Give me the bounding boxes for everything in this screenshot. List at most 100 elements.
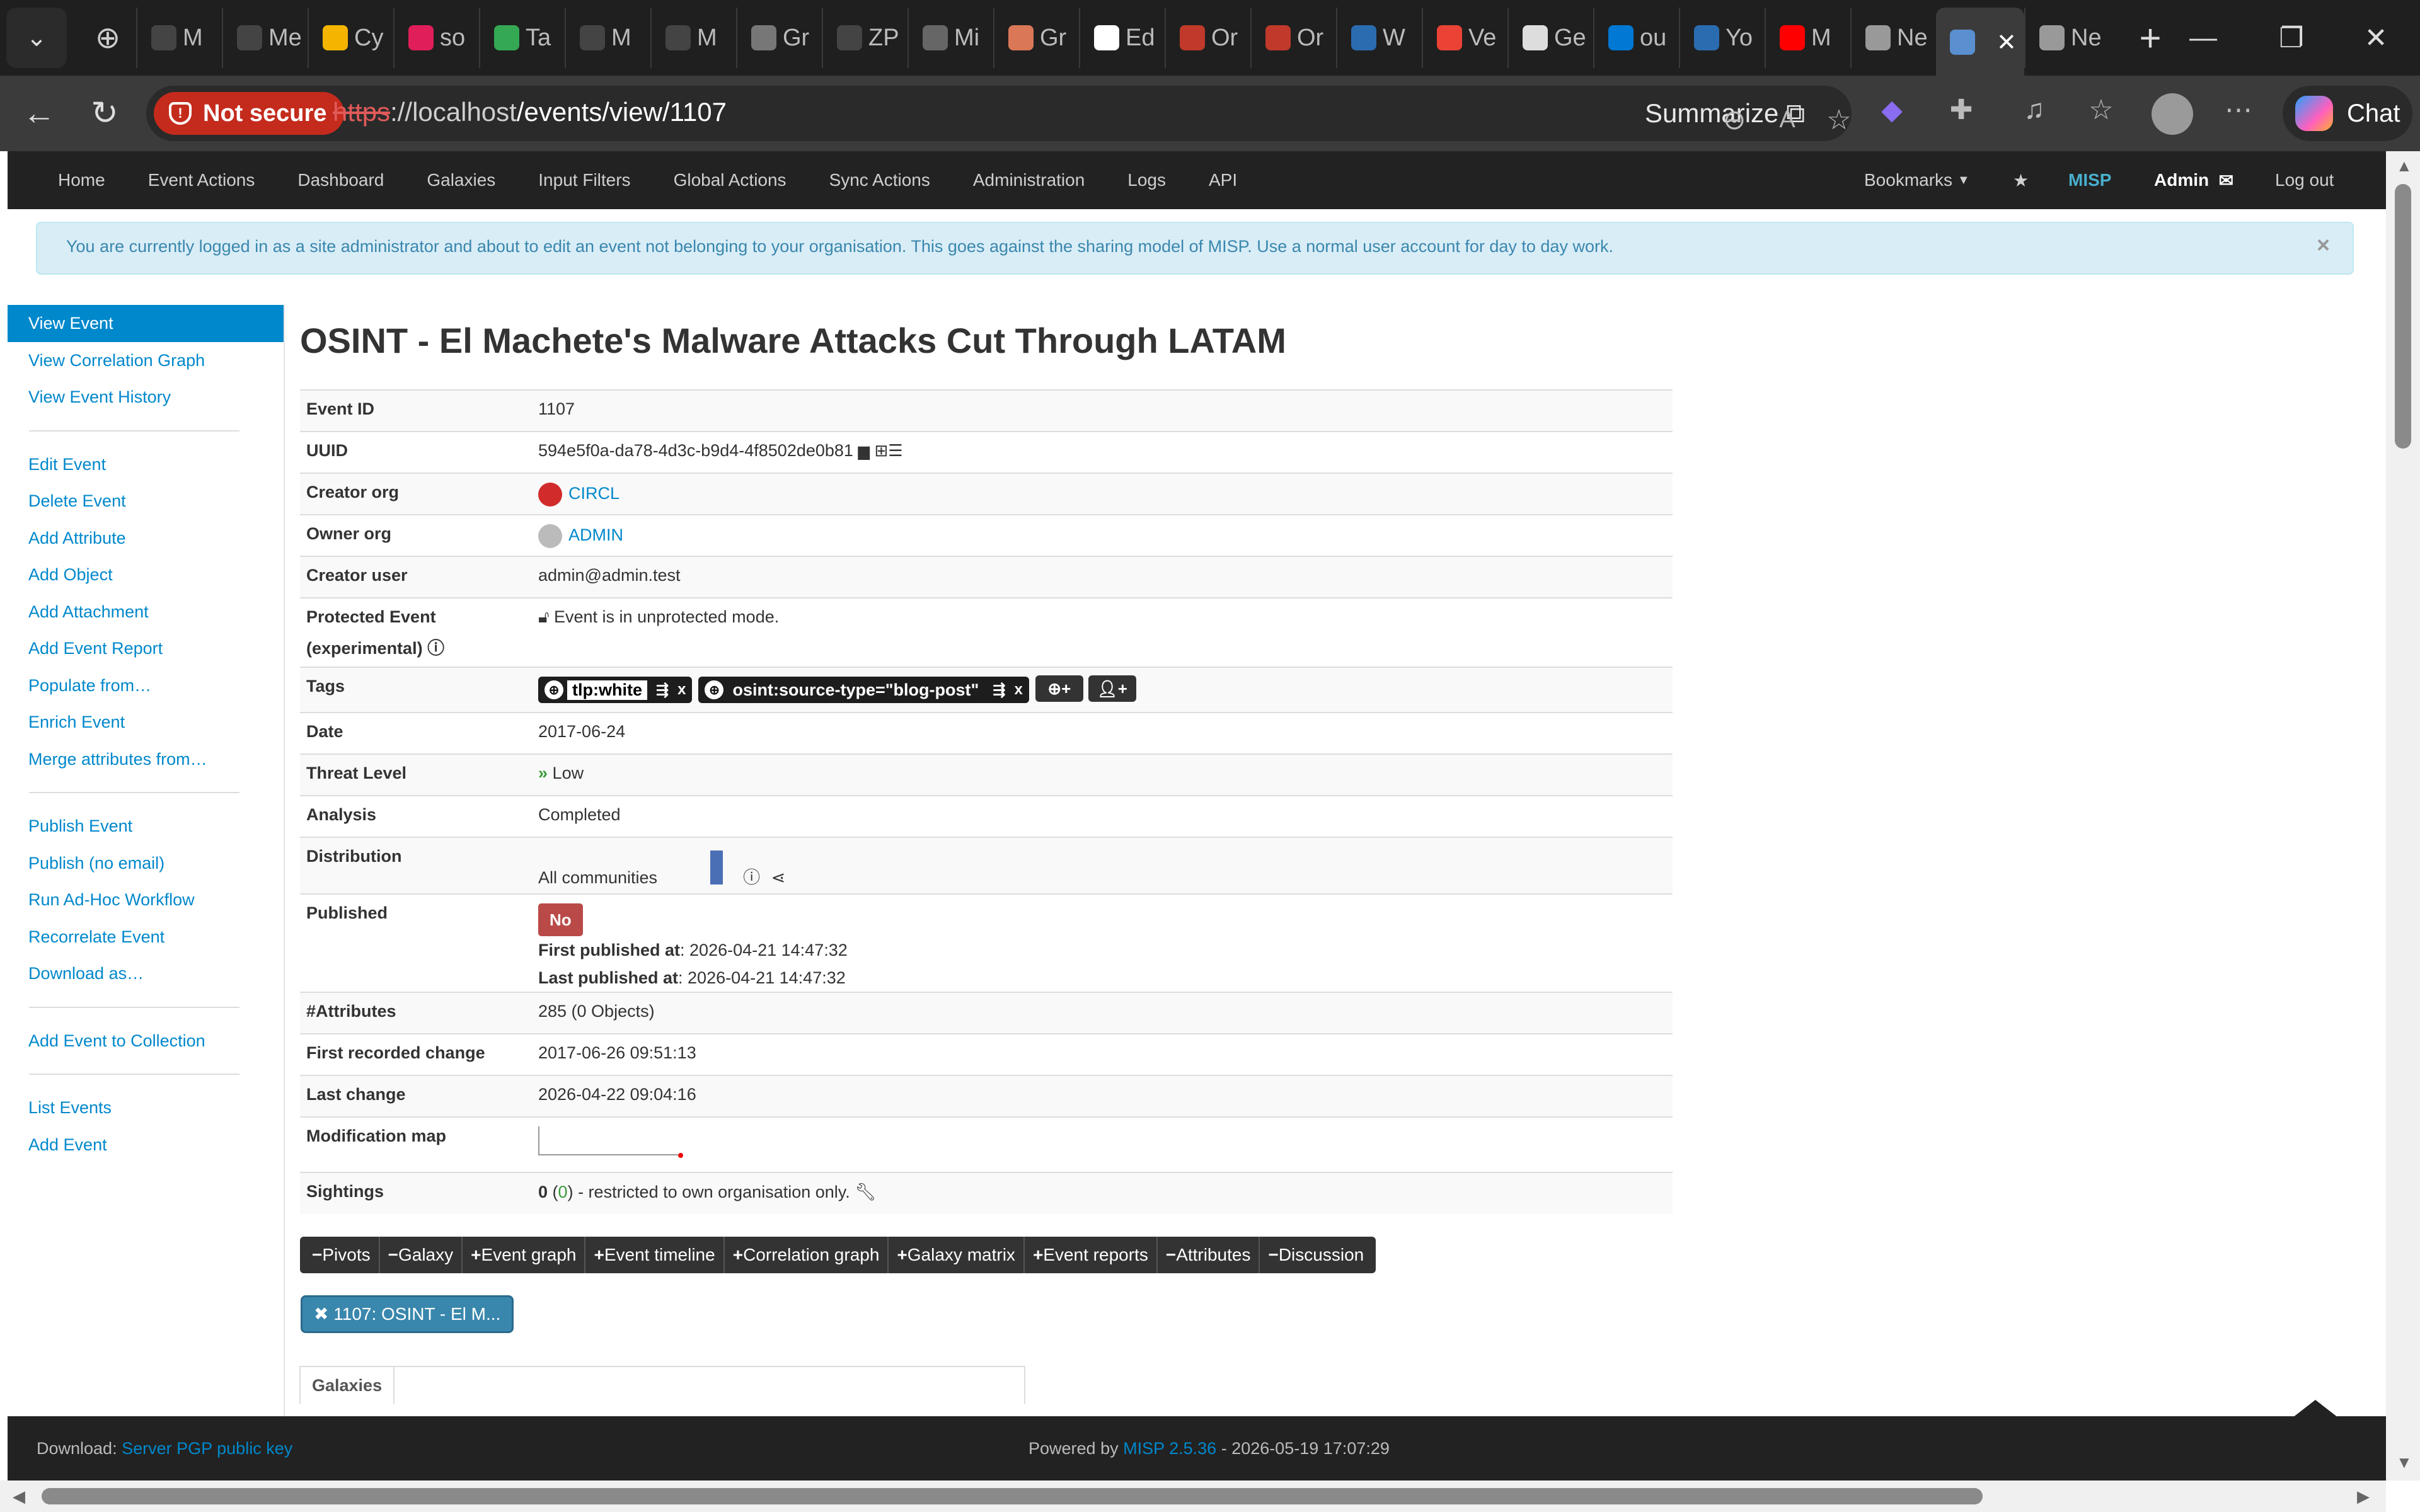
- url-text[interactable]: https://localhost/events/view/1107: [333, 97, 727, 127]
- alert-close-icon[interactable]: ×: [2317, 232, 2330, 258]
- toggle-discussion[interactable]: −Discussion: [1260, 1237, 1372, 1273]
- back-arrow-icon[interactable]: ←: [15, 89, 63, 137]
- toggle-galaxy-matrix[interactable]: +Galaxy matrix: [889, 1237, 1025, 1273]
- misp-brand-link[interactable]: MISP: [2068, 151, 2111, 209]
- event-tag[interactable]: ⊕ tlp:white ⇶ x: [538, 677, 693, 703]
- tag-relationship-icon[interactable]: ⇶: [993, 681, 1005, 699]
- horizontal-scroll-thumb[interactable]: [42, 1488, 1983, 1504]
- favorite-star-icon[interactable]: ☆: [1819, 100, 1859, 140]
- browser-tab[interactable]: Ed: [1079, 8, 1165, 68]
- nav-item-sync-actions[interactable]: Sync Actions: [808, 170, 952, 190]
- vertical-scroll-thumb[interactable]: [2395, 184, 2411, 449]
- favorites-icon[interactable]: ☆: [2081, 89, 2121, 130]
- sidebar-item-view-event[interactable]: View Event: [8, 305, 284, 342]
- server-icon[interactable]: ☰: [888, 441, 902, 460]
- not-secure-badge[interactable]: ! Not secure: [154, 92, 345, 135]
- toggle-event-timeline[interactable]: +Event timeline: [585, 1237, 725, 1273]
- sidebar-item-add-event-to-collection[interactable]: Add Event to Collection: [8, 1022, 284, 1060]
- read-aloud-icon[interactable]: A: [1767, 100, 1807, 140]
- distribution-info-icon[interactable]: ⓘ: [743, 868, 760, 887]
- browser-tab[interactable]: Yo: [1679, 8, 1765, 68]
- browser-tab[interactable]: Ge: [1507, 8, 1593, 68]
- sidebar-item-populate-from[interactable]: Populate from…: [8, 667, 284, 704]
- logout-link[interactable]: Log out: [2275, 151, 2334, 209]
- sidebar-item-add-attachment[interactable]: Add Attachment: [8, 593, 284, 631]
- pgp-key-link[interactable]: Server PGP public key: [122, 1439, 292, 1458]
- browser-tab[interactable]: M: [136, 8, 222, 68]
- toggle-event-reports[interactable]: +Event reports: [1025, 1237, 1158, 1273]
- remove-tag-icon[interactable]: x: [677, 681, 686, 699]
- close-tab-icon[interactable]: ✕: [1997, 28, 2017, 57]
- nav-item-event-actions[interactable]: Event Actions: [127, 170, 277, 190]
- sidebar-item-list-events[interactable]: List Events: [8, 1089, 284, 1126]
- scroll-left-icon[interactable]: ◀: [13, 1487, 25, 1506]
- bookmarks-dropdown[interactable]: Bookmarks ▼: [1864, 151, 1970, 209]
- browser-tab[interactable]: Ta: [479, 8, 565, 68]
- sidebar-item-merge-attributes-from[interactable]: Merge attributes from…: [8, 741, 284, 778]
- scroll-right-icon[interactable]: ▶: [2357, 1487, 2370, 1506]
- tab-actions-chevron-icon[interactable]: ⌄: [6, 8, 67, 68]
- tag-name[interactable]: tlp:white: [567, 680, 647, 700]
- copilot-chat-button[interactable]: Chat: [2283, 86, 2412, 141]
- remove-tag-icon[interactable]: x: [1014, 681, 1022, 699]
- nav-item-home[interactable]: Home: [8, 170, 127, 190]
- toggle-attributes[interactable]: −Attributes: [1158, 1237, 1260, 1273]
- scroll-top-icon[interactable]: [2293, 1400, 2338, 1418]
- toggle-galaxy[interactable]: −Galaxy: [380, 1237, 463, 1273]
- profile-avatar[interactable]: [2152, 93, 2193, 135]
- close-window-icon[interactable]: ✕: [2332, 0, 2420, 76]
- user-menu-link[interactable]: Admin ✉: [2154, 151, 2233, 209]
- sidebar-item-view-event-history[interactable]: View Event History: [8, 379, 284, 416]
- refresh-icon[interactable]: ↻: [81, 89, 129, 137]
- url-bar[interactable]: ! Not secure https://localhost/events/vi…: [146, 86, 1852, 141]
- galaxies-tab[interactable]: Galaxies: [301, 1367, 395, 1404]
- nav-item-dashboard[interactable]: Dashboard: [276, 170, 405, 190]
- browser-tab[interactable]: M: [1765, 8, 1850, 68]
- misp-version-link[interactable]: MISP 2.5.36: [1123, 1439, 1216, 1458]
- sidebar-item-recorrelate-event[interactable]: Recorrelate Event: [8, 919, 284, 956]
- nav-item-api[interactable]: API: [1187, 170, 1259, 190]
- horizontal-scrollbar[interactable]: ◀ ▶: [0, 1480, 2386, 1512]
- browser-tab-active[interactable]: ✕: [1936, 8, 2024, 77]
- workspaces-globe-icon[interactable]: ⊕: [79, 8, 136, 68]
- minimize-icon[interactable]: —: [2159, 0, 2247, 76]
- toggle-pivots[interactable]: −Pivots: [304, 1237, 380, 1273]
- sidebar-item-download-as[interactable]: Download as…: [8, 955, 284, 992]
- zoom-out-icon[interactable]: ⊖: [1714, 100, 1754, 140]
- browser-tab[interactable]: Or: [1250, 8, 1336, 68]
- owner-org-link[interactable]: ADMIN: [568, 525, 623, 544]
- pivot-event-pill[interactable]: ✖ 1107: OSINT - El M...: [301, 1295, 514, 1333]
- restore-icon[interactable]: ❐: [2247, 0, 2336, 76]
- browser-tab[interactable]: Ne: [2024, 8, 2110, 68]
- nav-item-input-filters[interactable]: Input Filters: [517, 170, 652, 190]
- browser-tab[interactable]: M: [650, 8, 736, 68]
- scroll-down-icon[interactable]: ▼: [2396, 1453, 2412, 1472]
- info-icon[interactable]: ⓘ: [427, 639, 444, 658]
- sidebar-item-enrich-event[interactable]: Enrich Event: [8, 704, 284, 741]
- tag-name[interactable]: osint:source-type="blog-post": [727, 680, 984, 700]
- creator-org-link[interactable]: CIRCL: [568, 484, 619, 503]
- sidebar-item-view-correlation-graph[interactable]: View Correlation Graph: [8, 342, 284, 379]
- browser-tab[interactable]: Mi: [908, 8, 993, 68]
- browser-tab[interactable]: M: [565, 8, 650, 68]
- nav-item-global-actions[interactable]: Global Actions: [652, 170, 808, 190]
- sidebar-item-publish-event[interactable]: Publish Event: [8, 808, 284, 845]
- wrench-icon[interactable]: 🔧︎: [855, 1183, 876, 1201]
- extension-icon[interactable]: ◆: [1872, 89, 1912, 130]
- browser-tab[interactable]: ZP: [822, 8, 908, 68]
- browser-tab[interactable]: Me: [222, 8, 308, 68]
- share-icon[interactable]: ⋖: [771, 868, 786, 887]
- browser-tab[interactable]: ou: [1593, 8, 1679, 68]
- tag-relationship-icon[interactable]: ⇶: [656, 681, 669, 699]
- extensions-puzzle-icon[interactable]: ✚: [1941, 89, 1981, 130]
- vertical-scrollbar[interactable]: ▲ ▼: [2386, 151, 2420, 1480]
- browser-tab[interactable]: Cy: [308, 8, 393, 68]
- add-global-tag-icon[interactable]: ⊕+: [1035, 675, 1083, 702]
- sidebar-item-add-attribute[interactable]: Add Attribute: [8, 520, 284, 557]
- add-local-tag-icon[interactable]: 👤︎+: [1088, 675, 1136, 702]
- browser-tab[interactable]: Gr: [993, 8, 1079, 68]
- more-menu-icon[interactable]: ⋯: [2218, 89, 2259, 130]
- nav-item-galaxies[interactable]: Galaxies: [405, 170, 517, 190]
- scroll-up-icon[interactable]: ▲: [2396, 156, 2412, 176]
- sidebar-item-add-event-report[interactable]: Add Event Report: [8, 630, 284, 667]
